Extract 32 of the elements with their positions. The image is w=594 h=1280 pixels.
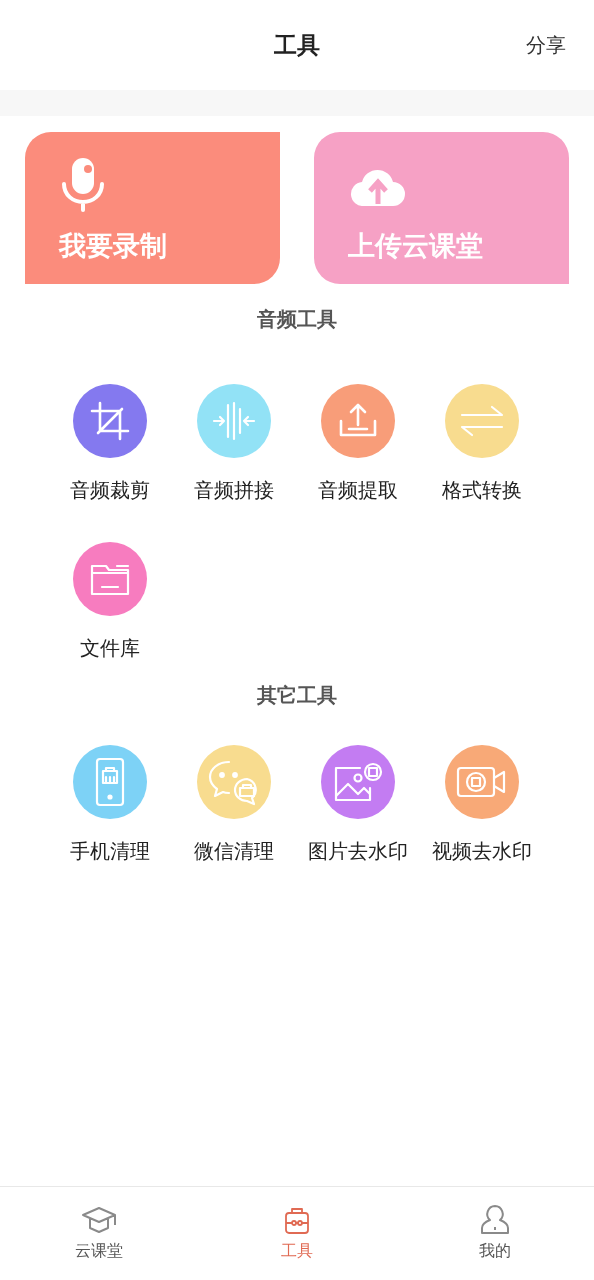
tab-item[interactable]: 我的 — [396, 1187, 594, 1280]
share-button[interactable]: 分享 — [526, 30, 566, 60]
tab-item[interactable]: 云课堂 — [0, 1187, 198, 1280]
image-icon — [332, 760, 384, 804]
tool-item[interactable]: 图片去水印 — [296, 745, 420, 863]
tool-label: 图片去水印 — [308, 839, 408, 863]
microphone-icon — [59, 156, 107, 212]
merge-icon — [210, 401, 258, 441]
tool-item[interactable]: 微信清理 — [172, 745, 296, 863]
tool-label: 手机清理 — [70, 839, 150, 863]
tool-label: 格式转换 — [442, 478, 522, 502]
section-title: 其它工具 — [257, 683, 337, 708]
tool-label: 音频拼接 — [194, 478, 274, 502]
tool-item[interactable]: 视频去水印 — [420, 745, 544, 863]
tool-item[interactable]: 手机清理 — [48, 745, 172, 863]
tool-item[interactable]: 音频裁剪 — [48, 384, 172, 502]
person-icon — [480, 1203, 510, 1235]
tool-item[interactable]: 格式转换 — [420, 384, 544, 502]
tool-label: 文件库 — [80, 636, 140, 660]
phone-icon — [94, 757, 126, 807]
tool-label: 音频裁剪 — [70, 478, 150, 502]
graduation-cap-icon — [81, 1205, 117, 1235]
tool-item[interactable]: 音频提取 — [296, 384, 420, 502]
page-title: 工具 — [274, 30, 320, 60]
tool-label: 视频去水印 — [432, 839, 532, 863]
crop-icon — [88, 399, 132, 443]
tool-label: 音频提取 — [318, 478, 398, 502]
tool-item[interactable]: 文件库 — [48, 542, 172, 660]
section-title: 音频工具 — [257, 307, 337, 332]
toolbox-icon — [284, 1207, 310, 1235]
tool-item[interactable]: 音频拼接 — [172, 384, 296, 502]
tool-label: 微信清理 — [194, 839, 274, 863]
